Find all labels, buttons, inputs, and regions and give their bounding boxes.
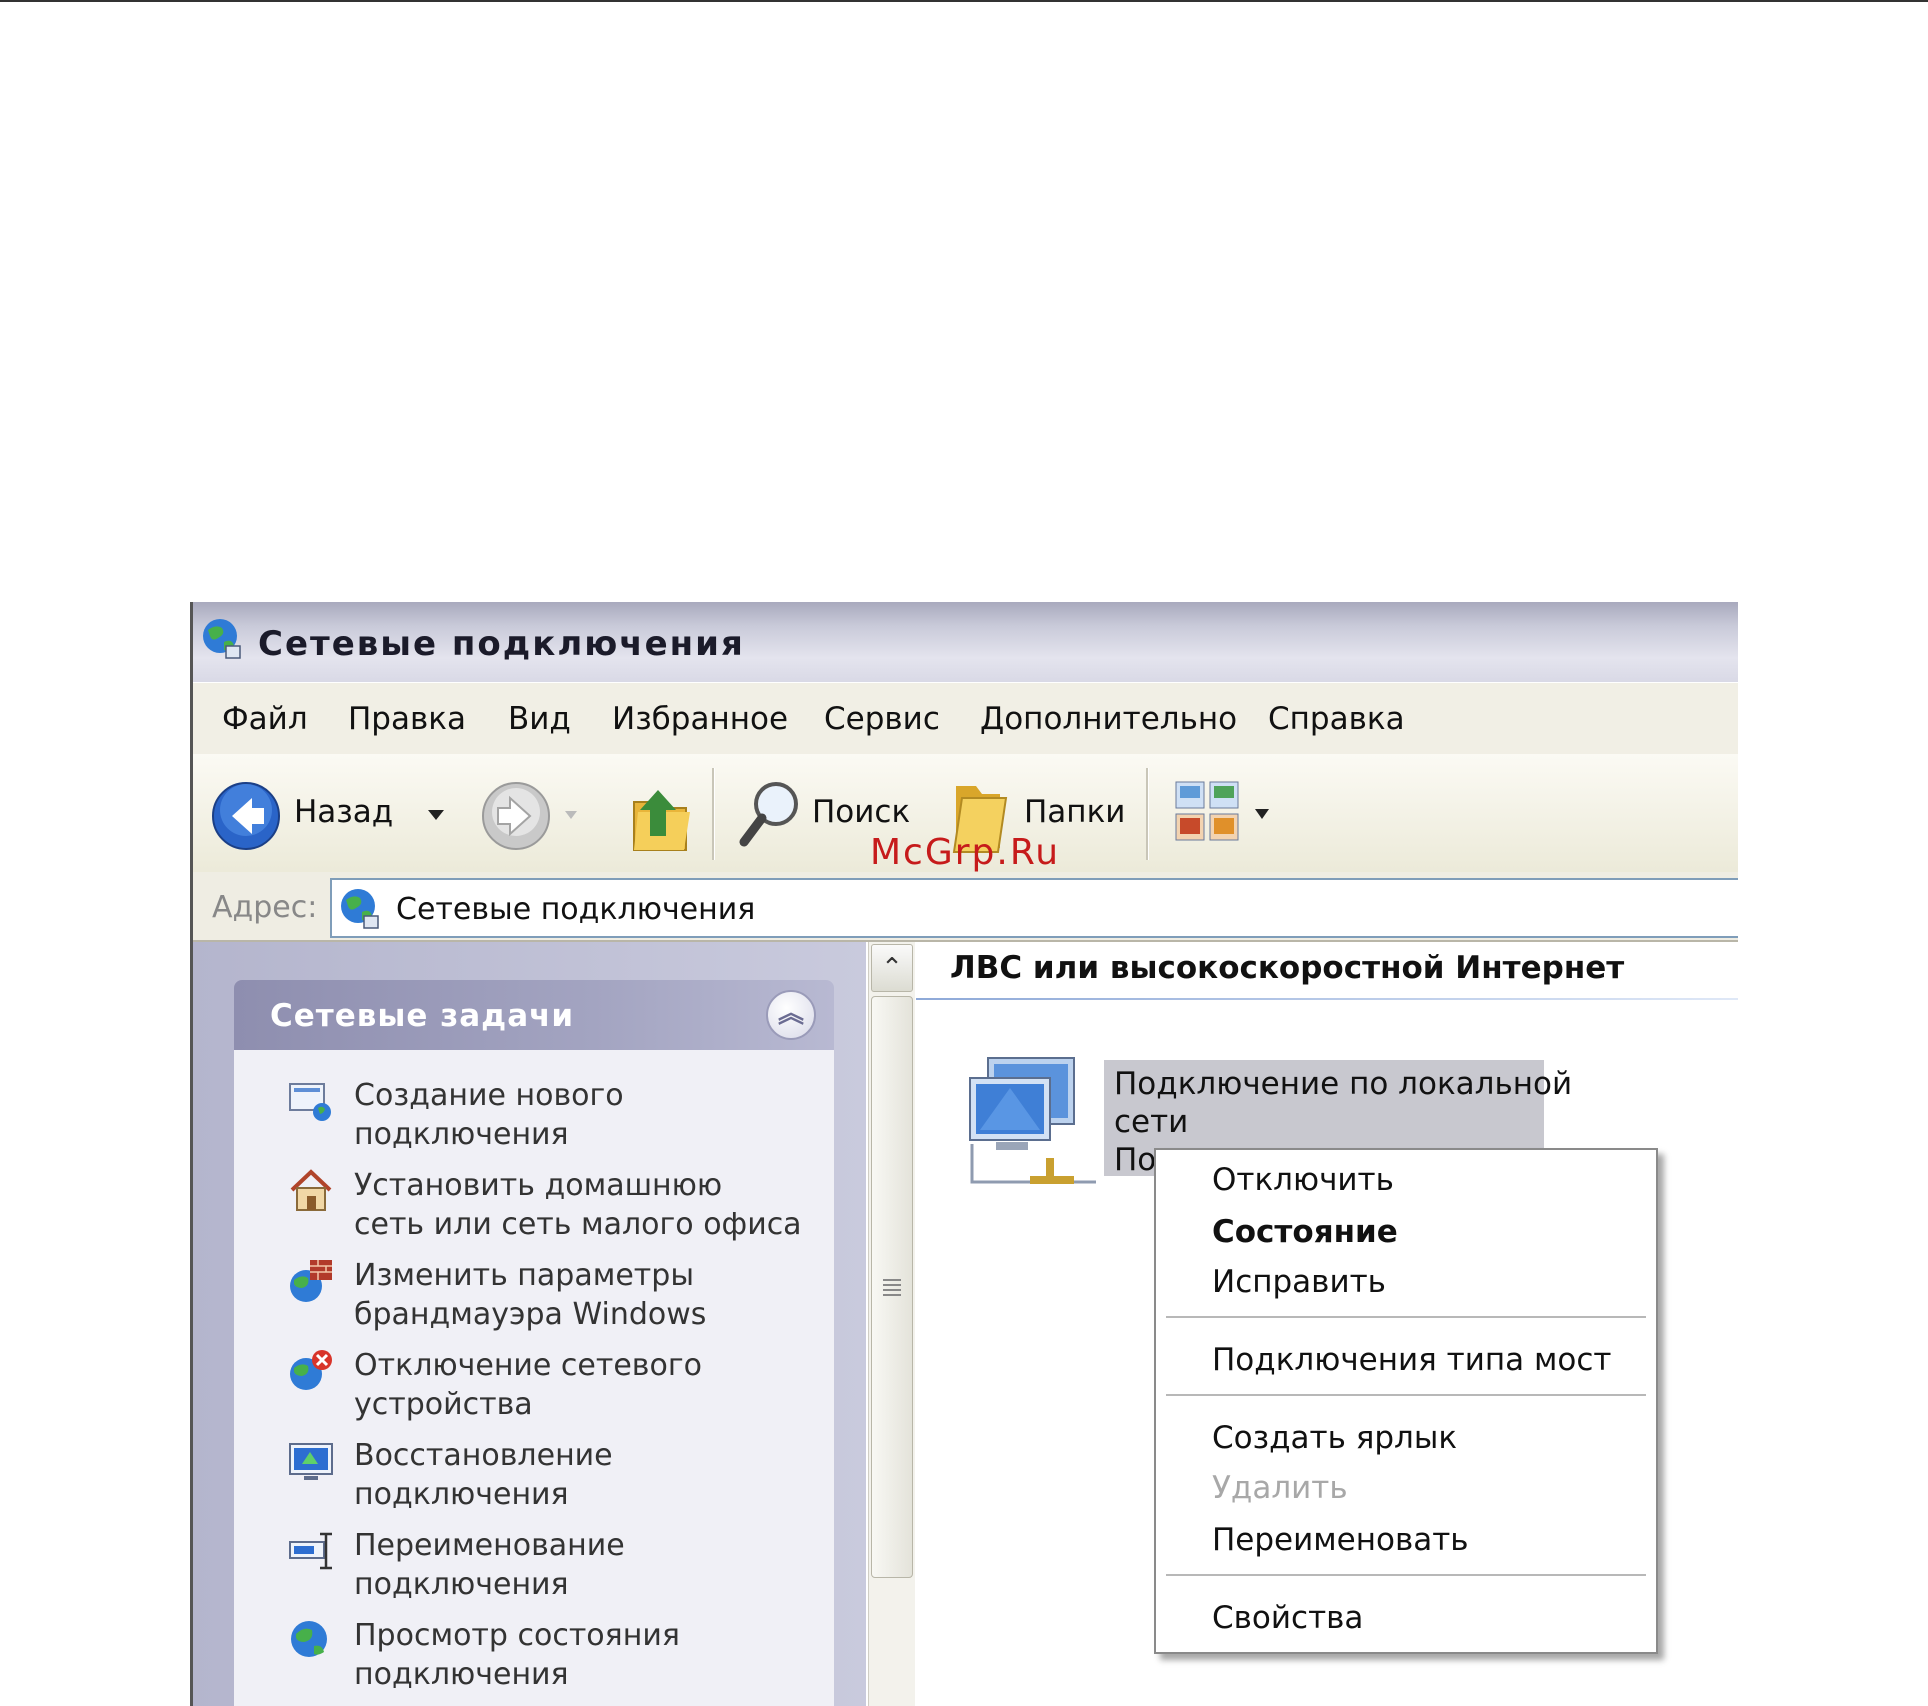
task-text: Просмотр состояния подключения — [354, 1616, 824, 1694]
menu-properties[interactable]: Свойства — [1212, 1600, 1363, 1636]
menu-advanced[interactable]: Дополнительно — [980, 701, 1237, 737]
task-firewall[interactable]: Изменить параметры брандмауэра Windows — [234, 1256, 834, 1346]
task-text: Отключение сетевого устройства — [354, 1346, 824, 1424]
rename-icon — [289, 1532, 332, 1570]
watermark-text: McGrp.Ru — [870, 832, 1061, 873]
scroll-thumb[interactable] — [871, 996, 913, 1578]
address-field[interactable]: Сетевые подключения — [330, 878, 1738, 938]
task-line: Восстановление — [354, 1438, 613, 1473]
network-tasks-box: Сетевые задачи ︽ Создание нового подключ… — [234, 980, 834, 1706]
task-line: Установить домашнюю — [354, 1168, 723, 1203]
context-menu: Отключить Состояние Исправить Подключени… — [1154, 1148, 1658, 1654]
views-icon — [1175, 781, 1239, 841]
menu-delete: Удалить — [1212, 1470, 1348, 1506]
task-line: подключения — [354, 1117, 569, 1152]
task-line: устройства — [354, 1387, 533, 1422]
task-disable-device[interactable]: Отключение сетевого устройства — [234, 1346, 834, 1436]
connection-name-line1: Подключение по локальной — [1114, 1066, 1573, 1102]
task-line: Отключение сетевого — [354, 1348, 702, 1383]
connection-name-line2: сети — [1114, 1104, 1189, 1140]
connection-status-partial: По — [1114, 1142, 1157, 1178]
title-bar[interactable]: Сетевые подключения — [190, 602, 1738, 682]
network-connections-icon — [341, 889, 379, 929]
task-line: брандмауэра Windows — [354, 1297, 707, 1332]
task-repair-connection[interactable]: Восстановление подключения — [234, 1436, 834, 1526]
dropdown-icon[interactable] — [426, 808, 446, 822]
menu-edit[interactable]: Правка — [348, 701, 466, 737]
address-label: Адрес: — [212, 890, 318, 925]
network-tasks-header[interactable]: Сетевые задачи ︽ — [234, 980, 834, 1050]
back-label: Назад — [294, 794, 394, 830]
address-bar: Адрес: Сетевые подключения — [190, 872, 1738, 942]
menu-rename[interactable]: Переименовать — [1212, 1522, 1469, 1558]
task-home-network[interactable]: Установить домашнюю сеть или сеть малого… — [234, 1166, 834, 1256]
menu-favorites[interactable]: Избранное — [612, 701, 788, 737]
disable-device-icon — [290, 1350, 332, 1390]
task-line: Переименование — [354, 1528, 625, 1563]
local-connection-icon[interactable] — [966, 1048, 1106, 1188]
new-connection-icon — [289, 1083, 331, 1121]
group-header: ЛВС или высокоскоростной Интернет — [950, 950, 1625, 986]
task-text: Переименование подключения — [354, 1526, 824, 1604]
collapse-chevron-icon[interactable]: ︽ — [766, 990, 816, 1040]
network-tasks-title: Сетевые задачи — [270, 998, 575, 1034]
task-line: подключения — [354, 1567, 569, 1602]
task-pane: Сетевые задачи ︽ Создание нового подключ… — [190, 942, 866, 1706]
repair-connection-icon — [289, 1443, 333, 1480]
back-arrow-icon — [212, 782, 280, 850]
task-line: Создание нового — [354, 1078, 624, 1113]
task-line: Изменить параметры — [354, 1258, 695, 1293]
group-divider — [916, 998, 1738, 1000]
status-icon — [291, 1621, 327, 1657]
task-text: Создание нового подключения — [354, 1076, 824, 1154]
home-network-icon — [290, 1169, 332, 1211]
network-connections-icon — [203, 619, 241, 659]
explorer-window: Сетевые подключения Файл Правка Вид Избр… — [190, 602, 1738, 1706]
task-text: Изменить параметры брандмауэра Windows — [354, 1256, 824, 1334]
views-button[interactable] — [1174, 754, 1284, 872]
task-line: Просмотр состояния — [354, 1618, 680, 1653]
task-pane-scrollbar[interactable]: ⌃ — [868, 942, 915, 1706]
up-folder-icon[interactable] — [624, 778, 694, 854]
task-line: подключения — [354, 1477, 569, 1512]
menu-create-shortcut[interactable]: Создать ярлык — [1212, 1420, 1457, 1456]
task-line: подключения — [354, 1657, 569, 1692]
menu-tools[interactable]: Сервис — [824, 701, 940, 737]
menu-separator — [1166, 1574, 1646, 1576]
window-title: Сетевые подключения — [258, 624, 745, 664]
address-value: Сетевые подключения — [396, 892, 756, 927]
menu-disconnect[interactable]: Отключить — [1212, 1162, 1394, 1198]
scroll-grip — [883, 1279, 901, 1297]
menu-file[interactable]: Файл — [222, 701, 308, 737]
menu-separator — [1166, 1316, 1646, 1318]
menu-bridge[interactable]: Подключения типа мост — [1212, 1342, 1611, 1378]
task-view-status[interactable]: Просмотр состояния подключения — [234, 1616, 834, 1706]
toolbar-separator — [712, 768, 715, 860]
back-button[interactable]: Назад — [210, 754, 394, 872]
task-new-connection[interactable]: Создание нового подключения — [234, 1076, 834, 1166]
toolbar-separator — [1146, 768, 1149, 860]
folders-label: Папки — [1024, 794, 1126, 830]
scroll-up-icon[interactable]: ⌃ — [871, 944, 913, 992]
task-text: Восстановление подключения — [354, 1436, 824, 1514]
menu-separator — [1166, 1394, 1646, 1396]
menu-view[interactable]: Вид — [508, 701, 571, 737]
menu-bar: Файл Правка Вид Избранное Сервис Дополни… — [190, 682, 1738, 757]
task-rename-connection[interactable]: Переименование подключения — [234, 1526, 834, 1616]
menu-status[interactable]: Состояние — [1212, 1214, 1398, 1250]
task-text: Установить домашнюю сеть или сеть малого… — [354, 1166, 824, 1244]
forward-arrow-icon[interactable] — [480, 780, 552, 852]
search-label: Поиск — [812, 794, 911, 830]
network-tasks-list: Создание нового подключения Установить д… — [234, 1050, 834, 1706]
page-top-rule — [0, 0, 1928, 2]
search-icon — [739, 782, 798, 847]
views-dropdown-icon — [1255, 809, 1269, 819]
menu-repair[interactable]: Исправить — [1212, 1264, 1386, 1300]
firewall-icon — [290, 1260, 332, 1302]
task-line: сеть или сеть малого офиса — [354, 1207, 802, 1242]
menu-help[interactable]: Справка — [1268, 701, 1405, 737]
forward-dropdown-icon[interactable] — [564, 810, 578, 820]
